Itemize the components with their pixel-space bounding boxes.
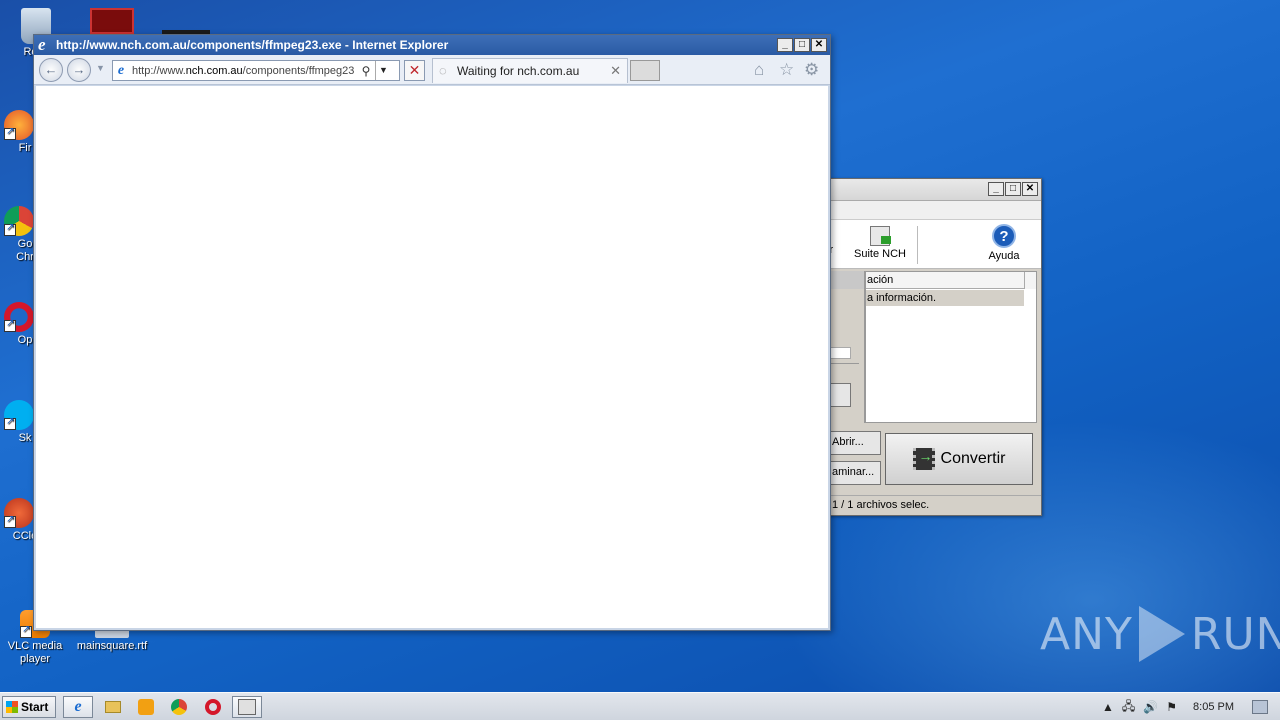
taskbar-media-player-icon[interactable] [131,696,161,718]
nch-menu-bar [829,201,1041,219]
convert-button-label: Convertir [940,450,1006,467]
convert-button[interactable]: Convertir [885,433,1033,485]
ie-title-text: http://www.nch.com.au/components/ffmpeg2… [56,38,449,52]
stop-button[interactable]: ✕ [404,60,425,81]
open-button[interactable]: Abrir... [829,431,881,455]
shortcut-arrow-icon [20,624,32,638]
watermark-right: RUN [1190,608,1280,660]
opera-icon [4,302,34,332]
tray-expand-icon[interactable]: ▲ [1102,700,1114,714]
remove-button-label: aminar... [832,466,875,478]
suite-nch-label: Suite NCH [854,248,906,260]
maximize-button[interactable]: □ [1005,182,1021,196]
minimize-button[interactable]: _ [988,182,1004,196]
taskbar-ie-icon[interactable]: e [63,696,93,718]
shortcut-arrow-icon [4,222,16,236]
favorites-star-icon[interactable]: ☆ [779,60,794,80]
status-text: 1 / 1 archivos selec. [832,499,930,511]
list-item[interactable]: a información. [866,290,1024,306]
remove-button[interactable]: aminar... [829,461,881,485]
address-url[interactable]: http://www.nch.com.au/components/ffmpeg2… [129,65,357,77]
forward-button[interactable]: → [67,58,91,82]
url-prefix: http://www. [132,64,186,77]
watermark-play-icon [1138,606,1185,662]
convert-icon [912,448,935,470]
system-tray: ▲ 🖧 🔊 ⚑ 8:05 PM [1102,693,1280,720]
firefox-icon [4,110,34,140]
volume-icon[interactable]: 🔊 [1143,700,1158,714]
url-domain: nch.com.au [185,64,243,77]
taskbar: Start e ▲ 🖧 🔊 ⚑ 8:05 PM [0,692,1280,720]
left-panel-button[interactable] [829,383,851,407]
address-bar[interactable]: e http://www.nch.com.au/components/ffmpe… [112,60,400,81]
tab-close-icon[interactable]: ✕ [610,59,621,83]
start-label: Start [21,700,49,714]
network-icon[interactable]: 🖧 [1122,697,1135,718]
list-scroll-corner [1024,272,1036,289]
ie-page-icon: e [117,62,125,78]
taskbar-explorer-icon[interactable] [98,696,128,718]
nch-converter-window[interactable]: _ □ ✕ ir Suite NCH ? Ayuda ación a infor… [827,178,1042,516]
ccleaner-icon [4,498,34,528]
toolbar-divider [917,226,918,264]
taskbar-nch-converter-icon[interactable] [232,696,262,718]
list-header[interactable]: ación [866,272,1036,289]
ie-window[interactable]: e http://www.nch.com.au/components/ffmpe… [33,34,831,631]
gear-icon[interactable]: ⚙ [804,60,819,80]
taskbar-chrome-icon[interactable] [164,696,194,718]
skype-icon [4,400,34,430]
suite-nch-icon [870,226,891,246]
action-center-flag-icon[interactable]: ⚑ [1166,700,1177,714]
address-dropdown-icon[interactable]: ▼ [375,61,391,80]
chrome-icon [4,206,34,236]
left-panel-field[interactable] [829,347,851,359]
anyrun-watermark: ANY RUN [1040,606,1280,662]
ie-logo-icon: e [38,35,46,54]
loading-spinner-icon: ◌ [439,63,447,78]
minimize-button[interactable]: _ [777,38,793,52]
nch-toolbar: ir Suite NCH ? Ayuda [827,219,1041,269]
nch-status-bar: 1 / 1 archivos selec. [829,495,1041,515]
url-path: /components/ffmpeg23 [242,64,355,77]
toolbar-suite-nch-button[interactable]: Suite NCH [853,224,907,260]
shortcut-arrow-icon [4,514,16,528]
app-icon-partial[interactable] [90,8,134,34]
shortcut-arrow-icon [4,126,16,140]
shortcut-arrow-icon [4,318,16,332]
list-header-label: ación [867,274,894,286]
taskbar-opera-icon[interactable] [198,696,228,718]
show-desktop-button[interactable] [1252,700,1268,714]
help-icon: ? [992,224,1016,248]
history-dropdown-icon[interactable]: ▼ [96,63,105,73]
ie-nav-bar: ← → ▼ e http://www.nch.com.au/components… [34,55,830,85]
close-button[interactable]: ✕ [1022,182,1038,196]
tab-loading[interactable]: ◌ Waiting for nch.com.au ✕ [432,58,628,83]
nch-title-bar[interactable]: _ □ ✕ [829,179,1041,201]
watermark-left: ANY [1040,608,1133,660]
back-button[interactable]: ← [39,58,63,82]
clock[interactable]: 8:05 PM [1193,701,1234,713]
tab-label: Waiting for nch.com.au [457,64,580,78]
desktop-icon-label: mainsquare.rtf [76,640,148,652]
ie-page-content[interactable] [36,86,828,628]
search-icon[interactable]: ⚲ [357,64,375,78]
nch-left-panel [829,271,865,423]
help-label: Ayuda [988,250,1020,262]
shortcut-arrow-icon [4,416,16,430]
start-button[interactable]: Start [2,696,56,718]
open-button-label: Abrir... [832,436,864,448]
ie-title-bar[interactable]: e http://www.nch.com.au/components/ffmpe… [34,35,830,55]
home-icon[interactable]: ⌂ [754,60,764,80]
toolbar-help-button[interactable]: ? Ayuda [985,224,1023,262]
new-tab-button[interactable] [630,60,660,81]
desktop-icon-label: VLC media player [7,640,63,665]
nch-file-list[interactable]: ación a información. [865,271,1037,423]
list-item-label: a información. [867,292,937,304]
close-button[interactable]: ✕ [811,38,827,52]
maximize-button[interactable]: □ [794,38,810,52]
